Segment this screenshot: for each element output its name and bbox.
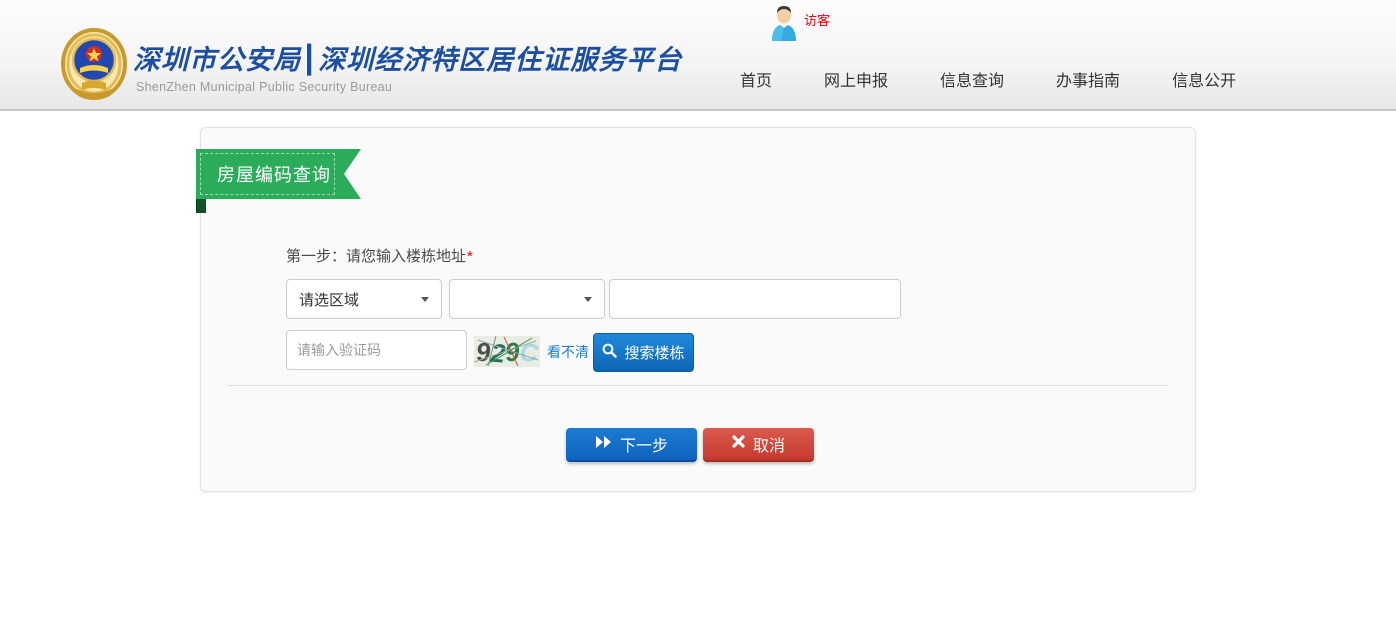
visitor-avatar-icon[interactable] [768,4,800,41]
cancel-button[interactable]: 取消 [703,428,814,462]
site-title: 深圳市公安局┃深圳经济特区居住证服务平台 [133,38,682,77]
next-step-button[interactable]: 下一步 [566,428,697,462]
chevron-down-icon [421,297,429,302]
chevron-down-icon [584,297,592,302]
divider [228,385,1168,386]
police-badge-logo-icon [60,28,128,103]
fast-forward-icon [595,435,612,454]
nav-item-info-disclosure[interactable]: 信息公开 [1172,67,1236,91]
search-building-label: 搜索楼栋 [624,342,684,363]
region-select-value: 请选区域 [299,289,359,310]
panel-title-ribbon: 房屋编码查询 [196,149,361,199]
step-label: 第一步：请您输入楼栋地址* [286,245,473,266]
visitor-box: 访客 [768,4,888,44]
building-address-input[interactable] [609,279,901,319]
site-subtitle: ShenZhen Municipal Public Security Burea… [136,80,392,94]
region-select[interactable]: 请选区域 [286,279,442,319]
street-select[interactable] [449,279,605,319]
search-icon [602,343,617,362]
cancel-label: 取消 [753,432,785,456]
panel-title: 房屋编码查询 [217,161,331,187]
step-label-text: 第一步：请您输入楼栋地址 [286,248,466,265]
nav-item-online-declaration[interactable]: 网上申报 [824,67,888,91]
captcha-image[interactable]: 9 2 9 C [474,336,540,367]
captcha-input[interactable] [286,330,467,370]
house-code-query-panel: 房屋编码查询 第一步：请您输入楼栋地址* 请选区域 9 2 9 C 看不清 [200,127,1196,492]
visitor-label[interactable]: 访客 [804,10,830,29]
required-asterisk: * [467,248,473,265]
main-nav: 首页 网上申报 信息查询 办事指南 信息公开 [740,67,1236,91]
nav-item-home[interactable]: 首页 [740,67,772,91]
site-header: 深圳市公安局┃深圳经济特区居住证服务平台 ShenZhen Municipal … [0,0,1396,111]
search-building-button[interactable]: 搜索楼栋 [593,333,694,372]
nav-item-service-guide[interactable]: 办事指南 [1056,67,1120,91]
next-step-label: 下一步 [620,432,668,456]
nav-item-info-query[interactable]: 信息查询 [940,67,1004,91]
captcha-refresh-link[interactable]: 看不清 [547,342,589,362]
close-icon [732,435,745,453]
